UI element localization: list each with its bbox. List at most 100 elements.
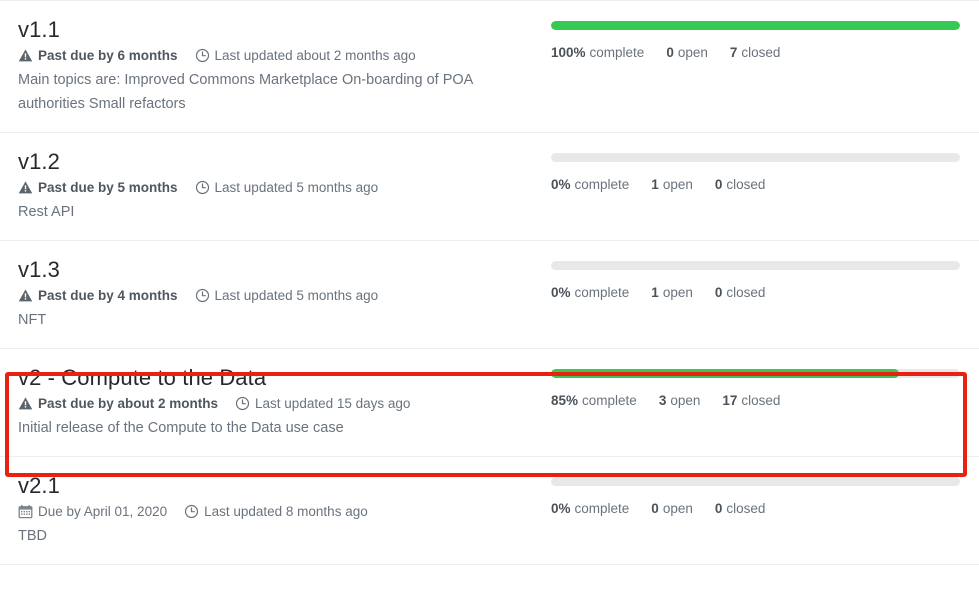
milestone-progress-area: 100%complete 0open 7closed xyxy=(540,1,979,78)
percent-complete-label: complete xyxy=(575,285,630,300)
milestone-counts: 0% complete 1open 0closed xyxy=(551,176,960,194)
alert-icon xyxy=(18,288,33,303)
clock-icon xyxy=(184,504,199,519)
clock-icon xyxy=(195,180,210,195)
last-updated-item: Last updated 15 days ago xyxy=(235,394,410,413)
open-issues[interactable]: 0open xyxy=(666,44,708,62)
milestone-row[interactable]: v1.3Past due by 4 months Last updated 5 m… xyxy=(0,241,979,349)
milestone-counts: 85% complete 3open 17closed xyxy=(551,392,960,410)
closed-issues-label: closed xyxy=(726,177,765,192)
percent-complete-value: 100% xyxy=(551,45,586,60)
milestone-description: Main topics are: Improved Commons Market… xyxy=(18,68,498,116)
milestone-info: v2.1Due by April 01, 2020 Last updated 8 … xyxy=(0,457,540,564)
last-updated-item: Last updated 5 months ago xyxy=(195,178,379,197)
progress-bar xyxy=(551,261,960,270)
percent-complete: 0% complete xyxy=(551,500,629,518)
open-issues[interactable]: 3open xyxy=(659,392,701,410)
milestone-row[interactable]: v1.1Past due by 6 months Last updated abo… xyxy=(0,1,979,133)
open-issues-label: open xyxy=(670,393,700,408)
milestone-title[interactable]: v2.1 xyxy=(18,471,524,501)
last-updated-text: Last updated 5 months ago xyxy=(215,178,379,197)
due-date-item: Past due by 5 months xyxy=(18,178,178,197)
closed-issues[interactable]: 17closed xyxy=(722,392,780,410)
last-updated-text: Last updated 8 months ago xyxy=(204,502,368,521)
due-date-text: Past due by 4 months xyxy=(38,286,178,305)
alert-icon xyxy=(18,180,33,195)
due-date-item: Past due by 4 months xyxy=(18,286,178,305)
closed-issues-label: closed xyxy=(741,393,780,408)
closed-issues[interactable]: 0closed xyxy=(715,284,766,302)
open-issues-label: open xyxy=(663,177,693,192)
milestone-meta: Past due by 4 months Last updated 5 month… xyxy=(18,286,524,305)
milestone-description: TBD xyxy=(18,524,498,548)
open-issues[interactable]: 1open xyxy=(651,176,693,194)
open-issues-value: 3 xyxy=(659,393,667,408)
milestone-info: v1.1Past due by 6 months Last updated abo… xyxy=(0,1,540,132)
open-issues[interactable]: 1 open xyxy=(651,284,693,302)
open-issues[interactable]: 0open xyxy=(651,500,693,518)
percent-complete-value: 0% xyxy=(551,501,571,516)
milestone-info: v2 - Compute to the DataPast due by abou… xyxy=(0,349,540,456)
milestone-title[interactable]: v1.2 xyxy=(18,147,524,177)
progress-bar xyxy=(551,153,960,162)
milestone-meta: Past due by 6 months Last updated about 2… xyxy=(18,46,524,65)
milestone-progress-area: 0% complete 1 open 0closed xyxy=(540,241,979,318)
milestone-info: v1.2Past due by 5 months Last updated 5 m… xyxy=(0,133,540,240)
milestone-title[interactable]: v1.3 xyxy=(18,255,524,285)
milestone-row[interactable]: v2.1Due by April 01, 2020 Last updated 8 … xyxy=(0,457,979,565)
milestone-progress-area: 0%complete0open0closed xyxy=(540,457,979,534)
milestone-info: v1.3Past due by 4 months Last updated 5 m… xyxy=(0,241,540,348)
open-issues-label: open xyxy=(663,501,693,516)
milestone-counts: 100%complete 0open 7closed xyxy=(551,44,960,62)
milestone-title[interactable]: v1.1 xyxy=(18,15,524,45)
alert-icon xyxy=(18,396,33,411)
milestone-title[interactable]: v2 - Compute to the Data xyxy=(18,363,524,393)
alert-icon xyxy=(18,48,33,63)
last-updated-text: Last updated 5 months ago xyxy=(215,286,379,305)
percent-complete-value: 85% xyxy=(551,393,578,408)
due-date-text: Due by April 01, 2020 xyxy=(38,502,167,521)
milestone-progress-area: 0% complete 1open 0closed xyxy=(540,133,979,210)
percent-complete-label: complete xyxy=(582,393,637,408)
open-issues-value: 1 xyxy=(651,285,659,300)
closed-issues[interactable]: 0closed xyxy=(715,176,766,194)
milestone-meta: Past due by 5 months Last updated 5 month… xyxy=(18,178,524,197)
milestone-row[interactable]: v2 - Compute to the DataPast due by abou… xyxy=(0,349,979,457)
progress-bar xyxy=(551,477,960,486)
due-date-item: Due by April 01, 2020 xyxy=(18,502,167,521)
closed-issues-value: 7 xyxy=(730,45,738,60)
closed-issues[interactable]: 0closed xyxy=(715,500,766,518)
open-issues-label: open xyxy=(678,45,708,60)
due-date-item: Past due by 6 months xyxy=(18,46,178,65)
progress-bar-fill xyxy=(551,369,899,378)
closed-issues-value: 0 xyxy=(715,285,723,300)
milestone-row[interactable]: v1.2Past due by 5 months Last updated 5 m… xyxy=(0,133,979,241)
clock-icon xyxy=(195,288,210,303)
percent-complete-value: 0% xyxy=(551,285,571,300)
percent-complete: 0% complete xyxy=(551,176,629,194)
closed-issues-value: 0 xyxy=(715,501,723,516)
progress-bar xyxy=(551,369,960,378)
last-updated-item: Last updated 8 months ago xyxy=(184,502,368,521)
closed-issues-label: closed xyxy=(726,501,765,516)
clock-icon xyxy=(235,396,250,411)
last-updated-text: Last updated 15 days ago xyxy=(255,394,410,413)
percent-complete-value: 0% xyxy=(551,177,571,192)
closed-issues-value: 0 xyxy=(715,177,723,192)
percent-complete-label: complete xyxy=(575,177,630,192)
due-date-text: Past due by 5 months xyxy=(38,178,178,197)
closed-issues[interactable]: 7closed xyxy=(730,44,781,62)
closed-issues-label: closed xyxy=(741,45,780,60)
milestone-description: Rest API xyxy=(18,200,498,224)
clock-icon xyxy=(195,48,210,63)
last-updated-text: Last updated about 2 months ago xyxy=(215,46,416,65)
milestone-description: NFT xyxy=(18,308,498,332)
progress-bar xyxy=(551,21,960,30)
percent-complete: 100%complete xyxy=(551,44,644,62)
open-issues-label: open xyxy=(663,285,693,300)
percent-complete: 0% complete xyxy=(551,284,629,302)
last-updated-item: Last updated about 2 months ago xyxy=(195,46,416,65)
last-updated-item: Last updated 5 months ago xyxy=(195,286,379,305)
percent-complete-label: complete xyxy=(575,501,630,516)
milestone-progress-area: 85% complete 3open 17closed xyxy=(540,349,979,426)
